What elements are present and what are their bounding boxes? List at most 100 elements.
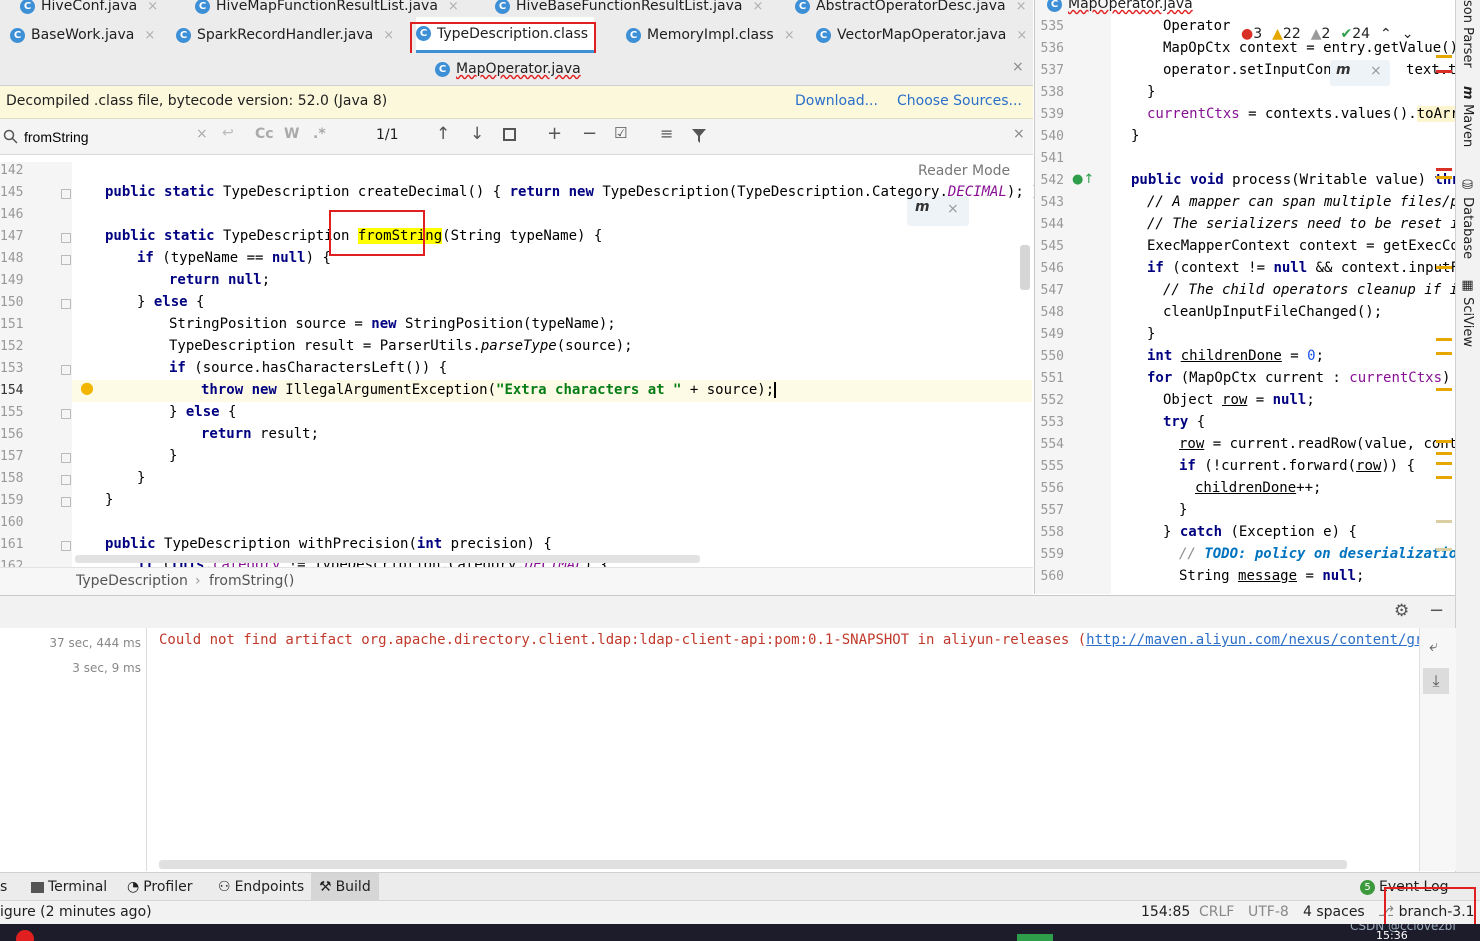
build-error-message: Could not find artifact org.apache.direc… <box>159 632 1419 648</box>
database-icon: ⛁ <box>1460 178 1475 198</box>
remove-selection-icon[interactable]: − <box>582 123 597 144</box>
minimize-icon[interactable]: − <box>1429 600 1444 621</box>
fold-marker-icon[interactable] <box>61 497 71 507</box>
fold-marker-icon[interactable] <box>61 233 71 243</box>
app-icon[interactable] <box>16 930 34 941</box>
soft-wrap-icon[interactable]: ⤶ <box>1429 636 1438 656</box>
close-search-icon[interactable]: × <box>1013 126 1025 142</box>
lightbulb-icon[interactable]: ● <box>80 378 94 397</box>
scroll-to-end-icon[interactable]: ⤓ <box>1423 668 1449 694</box>
words-toggle[interactable]: W <box>284 126 299 142</box>
breadcrumb-separator: › <box>195 573 201 589</box>
annotation-box <box>329 210 425 256</box>
close-icon[interactable]: × <box>147 0 158 14</box>
tab-hiveconf[interactable]: C HiveConf.java × <box>20 0 158 17</box>
gear-icon[interactable]: ⚙ <box>1394 601 1409 621</box>
clear-search-icon[interactable]: × <box>196 126 208 142</box>
close-icon[interactable]: × <box>947 201 959 217</box>
add-selection-icon[interactable]: + <box>547 123 562 144</box>
tab-hivebasefunction[interactable]: C HiveBaseFunctionResultList.java × <box>495 0 763 17</box>
repository-link[interactable]: http://maven.aliyun.com/nexus/content/gr… <box>1086 632 1419 648</box>
prev-occurrence-icon[interactable]: ↑ <box>436 124 450 144</box>
editor-tab-row-2: C MapOperator.java × <box>0 53 1033 86</box>
sciview-tool[interactable]: ▦ SciView <box>1460 278 1475 347</box>
select-all-icon[interactable] <box>503 128 516 141</box>
close-icon[interactable]: × <box>1016 28 1027 43</box>
horizontal-scrollbar[interactable] <box>75 555 700 563</box>
download-link[interactable]: Download... <box>795 93 878 109</box>
regex-toggle[interactable]: .* <box>313 126 326 142</box>
search-input[interactable] <box>22 125 196 149</box>
close-icon[interactable]: × <box>1370 63 1382 79</box>
next-occurrence-icon[interactable]: ↓ <box>470 124 484 144</box>
breadcrumb-class[interactable]: TypeDescription <box>76 573 188 589</box>
fold-marker-icon[interactable] <box>61 475 71 485</box>
endpoints-icon: ⚇ <box>218 879 231 895</box>
close-icon[interactable]: × <box>784 28 795 43</box>
code-line: } else { <box>137 294 205 310</box>
close-icon[interactable]: × <box>144 28 155 43</box>
select-occurrences-icon[interactable]: ☑ <box>614 124 627 142</box>
code-line: } <box>137 470 146 486</box>
fold-marker-icon[interactable] <box>61 255 71 265</box>
tab-abstractoperatordesc[interactable]: C AbstractOperatorDesc.java × <box>795 0 1027 17</box>
fold-marker-icon[interactable] <box>61 365 71 375</box>
search-bar: × ↩ Cc W .* 1/1 ↑ ↓ + − ☑ ≡ × <box>0 119 1033 155</box>
match-case-toggle[interactable]: Cc <box>255 126 274 142</box>
close-icon[interactable]: × <box>383 28 394 43</box>
filter-icon[interactable] <box>692 129 706 143</box>
reader-mode-label[interactable]: Reader Mode <box>918 163 1010 179</box>
left-editor[interactable] <box>0 155 1033 567</box>
code-line: throw new IllegalArgumentException("Extr… <box>201 382 777 398</box>
close-icon[interactable]: × <box>1016 0 1027 14</box>
fold-marker-icon[interactable] <box>61 299 71 309</box>
replace-icon[interactable]: ↩ <box>222 125 234 141</box>
class-icon: C <box>20 0 35 14</box>
close-icon[interactable]: × <box>752 0 763 14</box>
fold-marker-icon[interactable] <box>61 409 71 419</box>
build-actions: ⤶ ⤓ <box>1419 628 1456 871</box>
class-icon: C <box>10 27 25 43</box>
indent-setting[interactable]: 4 spaces <box>1303 904 1365 920</box>
tool-terminal[interactable]: Terminal <box>31 879 107 895</box>
breadcrumb-method[interactable]: fromString() <box>209 573 294 589</box>
code-line: return result; <box>201 426 320 442</box>
maven-tool[interactable]: m Maven <box>1460 86 1475 147</box>
tool-profiler[interactable]: ◔ Profiler <box>127 879 193 895</box>
line-separator[interactable]: CRLF <box>1199 904 1234 920</box>
filter-lines-icon[interactable]: ≡ <box>660 124 673 143</box>
database-tool[interactable]: ⛁ Database <box>1460 178 1475 259</box>
event-log-badge: 5 <box>1360 879 1375 895</box>
file-encoding[interactable]: UTF-8 <box>1248 904 1289 920</box>
maven-reload-icon[interactable]: m <box>915 199 930 215</box>
json-parser-tool[interactable]: son Parser <box>1460 0 1475 68</box>
fold-marker-icon[interactable] <box>61 189 71 199</box>
build-output[interactable]: Could not find artifact org.apache.direc… <box>147 628 1419 871</box>
maven-reload-icon[interactable]: m <box>1336 62 1351 78</box>
top-tab-row: C HiveConf.java × C HiveMapFunctionResultLi… <box>0 0 1033 18</box>
tab-basework[interactable]: C BaseWork.java × <box>10 17 155 53</box>
horizontal-scrollbar[interactable] <box>159 860 1347 869</box>
tab-mapoperator[interactable]: C MapOperator.java <box>435 51 581 87</box>
fold-marker-icon[interactable] <box>61 453 71 463</box>
code-line: public static TypeDescription createDeci… <box>105 184 1041 200</box>
close-icon[interactable]: × <box>448 0 459 14</box>
code-line: TypeDescription result = ParserUtils.par… <box>169 338 633 354</box>
fold-marker-icon[interactable] <box>61 541 71 551</box>
class-icon: C <box>795 0 810 14</box>
caret-position[interactable]: 154:85 <box>1141 904 1190 920</box>
tool-endpoints[interactable]: ⚇ Endpoints <box>218 879 304 895</box>
tool-problems[interactable]: s <box>0 879 7 895</box>
class-icon: C <box>816 27 831 43</box>
override-marker-icon[interactable]: ●↑ <box>1072 172 1094 187</box>
tab-hivemapfunction[interactable]: C HiveMapFunctionResultList.java × <box>195 0 459 17</box>
tool-build[interactable]: ⚒ Build <box>311 873 379 901</box>
tab-vectormapoperator[interactable]: C VectorMapOperator.java × <box>816 17 1027 53</box>
clock: 15:36 <box>1376 929 1408 941</box>
close-icon[interactable]: × <box>1012 59 1024 75</box>
tab-sparkrecordhandler[interactable]: C SparkRecordHandler.java × <box>176 17 394 53</box>
tab-memoryimpl[interactable]: C MemoryImpl.class × <box>626 17 795 53</box>
vertical-scrollbar[interactable] <box>1020 245 1030 290</box>
choose-sources-link[interactable]: Choose Sources... <box>897 93 1022 109</box>
build-time: 3 sec, 9 ms <box>72 661 141 675</box>
